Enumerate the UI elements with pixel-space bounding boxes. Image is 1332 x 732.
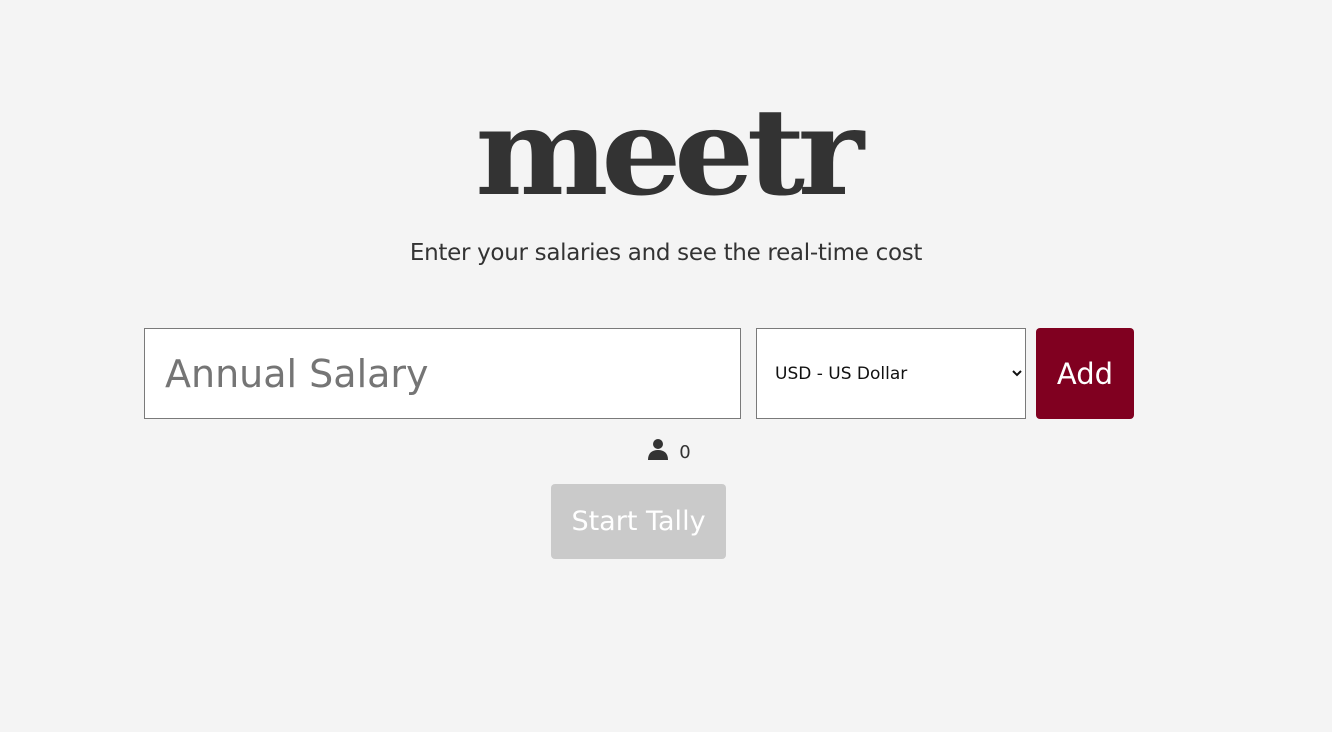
tagline: Enter your salaries and see the real-tim… (409, 240, 923, 266)
add-button[interactable]: Add (1036, 328, 1134, 419)
meetr-page: meetr Enter your salaries and see the re… (0, 0, 1332, 732)
attendee-count: 0 (0, 436, 1332, 464)
currency-select[interactable]: USD - US Dollar (756, 328, 1026, 419)
annual-salary-input[interactable] (144, 328, 741, 419)
person-icon (647, 438, 669, 462)
start-tally-button[interactable]: Start Tally (551, 484, 726, 559)
logo: meetr (475, 82, 864, 223)
attendee-count-value: 0 (679, 441, 691, 463)
